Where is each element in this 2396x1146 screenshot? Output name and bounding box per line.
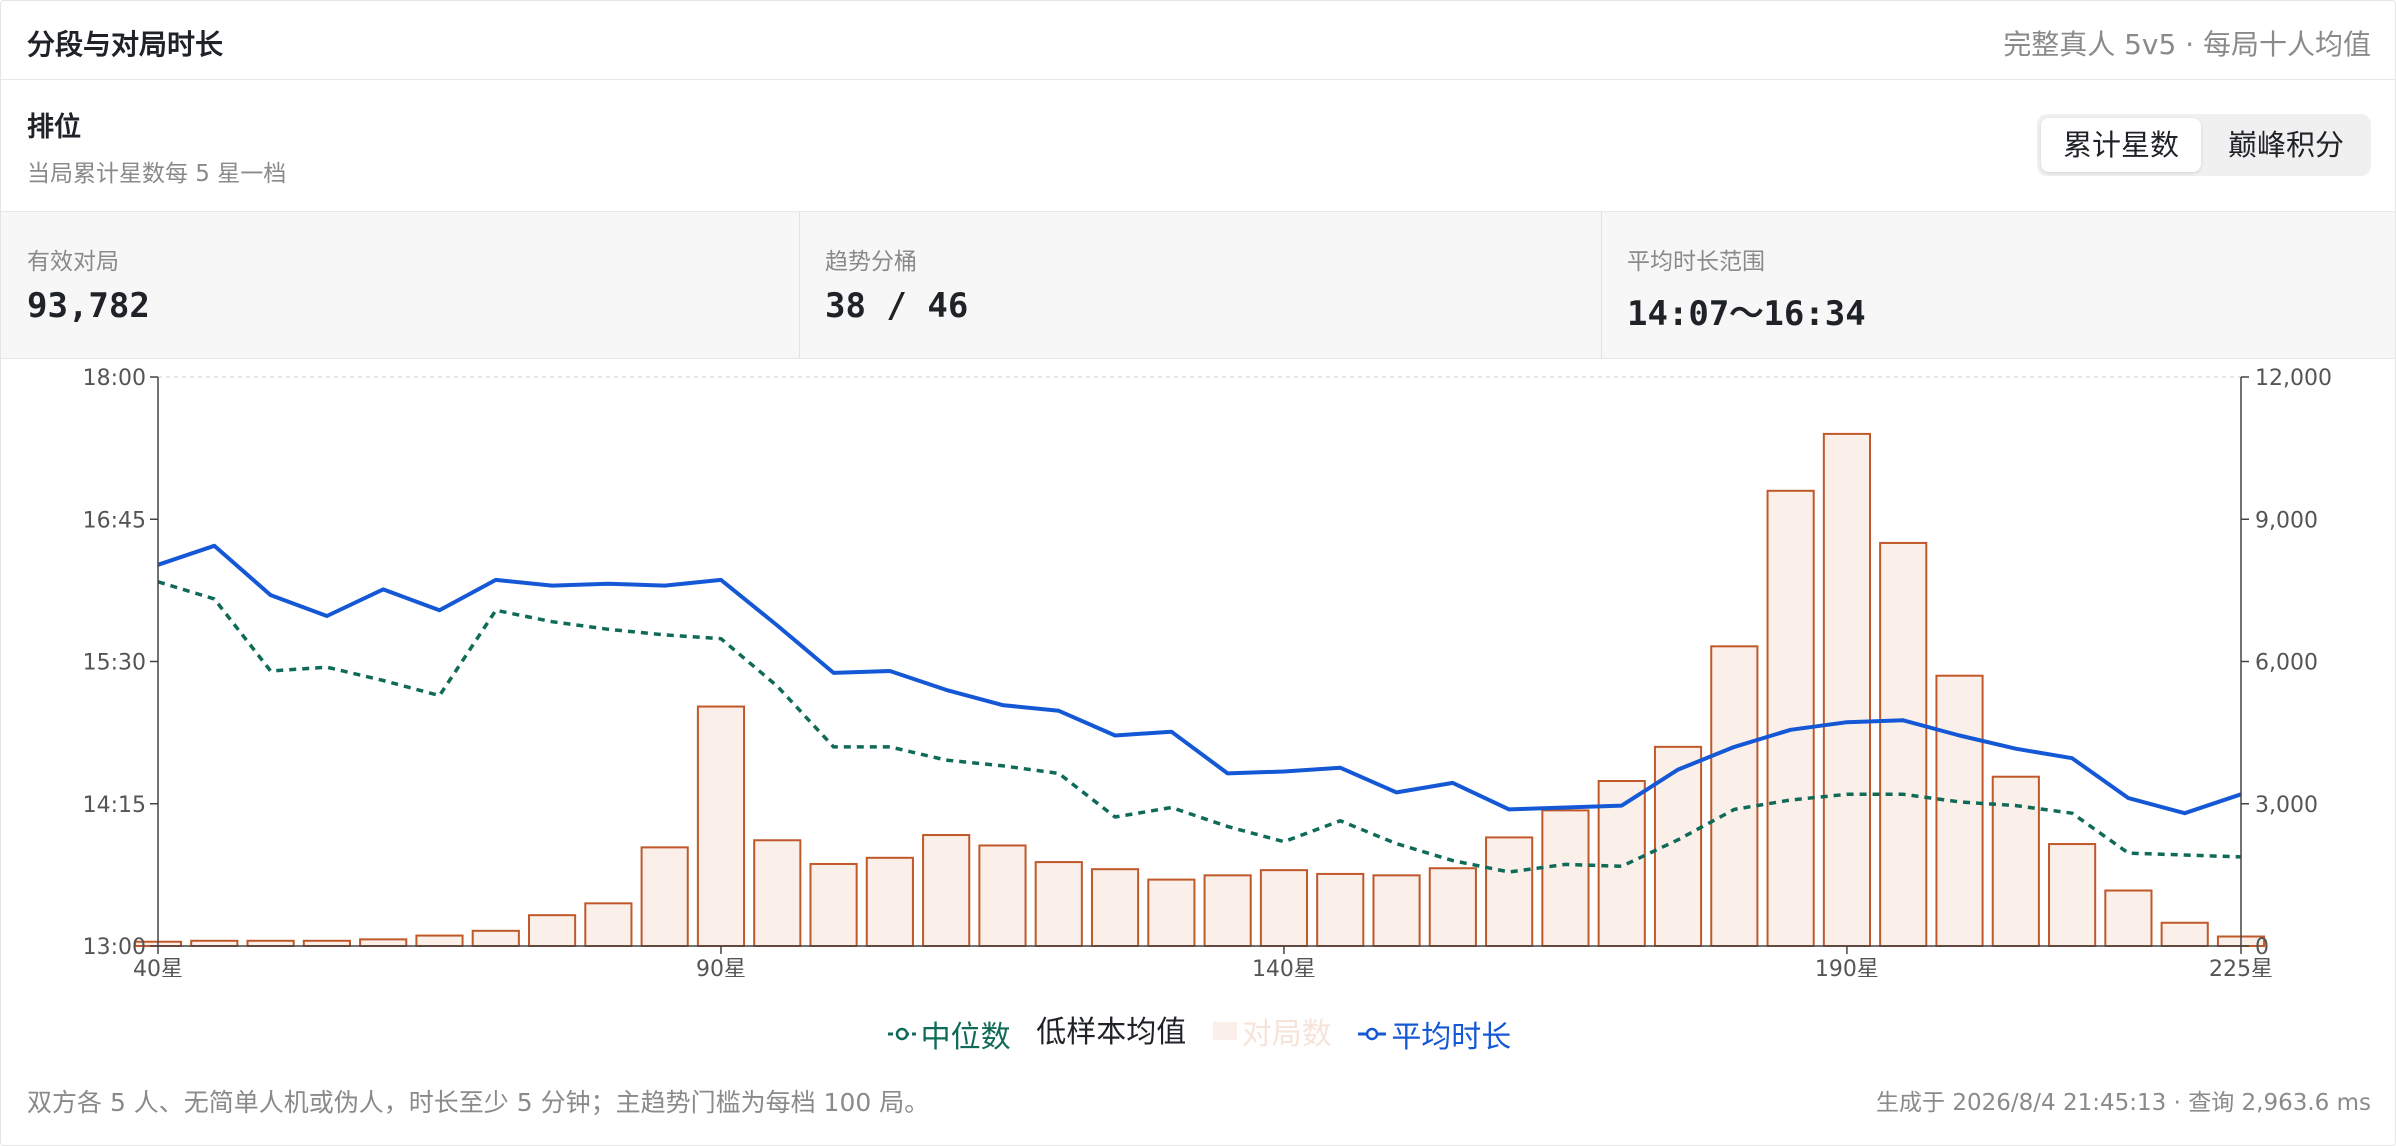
bar-games <box>2048 843 2097 947</box>
right-tick-label: 3,000 <box>2255 793 2318 818</box>
bar-games <box>190 939 239 948</box>
section-subtitle: 当局累计星数每 5 星一档 <box>27 161 287 187</box>
x-tick-label: 225星 <box>2209 957 2273 977</box>
stat-label: 平均时长范围 <box>1627 249 1765 275</box>
chart-legend: 中位数 低样本均值 对局数 平均时长 <box>1 1007 2396 1055</box>
legend-mean-marker <box>1358 1027 1387 1041</box>
bar-games <box>527 914 577 947</box>
stat-valid-games: 有效对局 93,782 <box>1 212 800 358</box>
left-tick-label: 16:45 <box>83 508 146 533</box>
stats-row: 有效对局 93,782 趋势分桶 38 / 46 平均时长范围 14:07～16… <box>1 211 2395 359</box>
right-tick-label: 9,000 <box>2255 508 2318 533</box>
bar-games <box>1090 868 1140 947</box>
stat-value: 38 / 46 <box>825 286 969 326</box>
legend-median[interactable]: 中位数 <box>887 1012 1011 1056</box>
metric-toggle: 累计星数 巅峰积分 <box>2037 114 2371 176</box>
bar-games <box>1710 645 1759 947</box>
legend-median-label: 中位数 <box>920 1020 1011 1055</box>
duration-chart: 13:0014:1515:3016:4518:0003,0006,0009,00… <box>83 366 2332 977</box>
bar-games <box>1822 432 1872 947</box>
card-header: 分段与对局时长 完整真人 5v5 · 每局十人均值 <box>1 1 2395 80</box>
x-tick-label: 90星 <box>696 957 746 977</box>
stat-label: 有效对局 <box>27 249 119 275</box>
left-tick-label: 18:00 <box>83 366 146 391</box>
bar-games <box>1991 775 2040 947</box>
legend-mean-label: 平均时长 <box>1391 1020 1512 1055</box>
bar-games <box>584 902 633 948</box>
duration-card: 分段与对局时长 完整真人 5v5 · 每局十人均值 排位 当局累计星数每 5 星… <box>0 0 2396 1146</box>
bar-games <box>1147 878 1196 947</box>
x-tick-label: 40星 <box>133 957 183 977</box>
toggle-peak-score[interactable]: 巅峰积分 <box>2205 118 2367 172</box>
bar-games <box>1316 872 1365 948</box>
bar-games <box>1541 809 1590 947</box>
bar-games <box>753 839 802 947</box>
stat-duration-range: 平均时长范围 14:07～16:34 <box>1601 212 2395 358</box>
footer-note: 双方各 5 人、无简单人机或伪人，时长至少 5 分钟；主趋势门槛为每档 100 … <box>27 1088 930 1117</box>
x-tick-label: 140星 <box>1252 957 1316 977</box>
bar-games <box>302 939 351 948</box>
bar-games <box>246 939 295 948</box>
legend-mean[interactable]: 平均时长 <box>1357 1012 1511 1056</box>
right-tick-label: 6,000 <box>2255 651 2318 676</box>
bar-games <box>1766 489 1815 948</box>
footer-generated: 生成于 2026/8/4 21:45:13 · 查询 2,963.6 ms <box>1876 1090 2371 1116</box>
bar-games <box>696 705 746 947</box>
bar-games <box>640 846 689 947</box>
bar-games <box>1259 869 1309 948</box>
bar-games <box>1203 874 1252 948</box>
legend-low-sample-label: 低样本均值 <box>1036 1015 1187 1050</box>
bar-games <box>809 862 858 948</box>
bar-games <box>978 844 1027 947</box>
stat-value: 93,782 <box>27 286 150 326</box>
bar-games <box>1935 674 1984 947</box>
bar-games <box>2160 921 2209 947</box>
bar-games <box>922 834 971 948</box>
legend-games-label: 对局数 <box>1241 1017 1332 1052</box>
bar-games <box>865 856 914 947</box>
right-tick-label: 12,000 <box>2255 366 2332 391</box>
stat-trend-buckets: 趋势分桶 38 / 46 <box>799 212 1602 358</box>
x-tick-label: 190星 <box>1815 957 1879 977</box>
bar-games <box>359 938 408 948</box>
bar-games <box>471 929 520 947</box>
bar-games <box>1372 874 1421 948</box>
legend-games[interactable]: 对局数 <box>1212 1009 1332 1053</box>
card-title: 分段与对局时长 <box>27 28 224 61</box>
bar-games <box>1879 541 1928 947</box>
section-title: 排位 <box>27 112 81 143</box>
legend-games-marker <box>1212 1022 1237 1040</box>
bar-games <box>2104 889 2153 948</box>
stat-label: 趋势分桶 <box>825 249 917 275</box>
toggle-cumulative-stars[interactable]: 累计星数 <box>2041 118 2201 172</box>
bar-games <box>1428 867 1477 947</box>
series-mean-line <box>157 543 2242 816</box>
stat-value: 14:07～16:34 <box>1627 294 1866 334</box>
bar-games <box>1034 861 1083 948</box>
bar-games <box>1485 836 1534 947</box>
legend-low-sample[interactable]: 低样本均值 <box>1036 1007 1186 1051</box>
left-tick-label: 14:15 <box>83 793 146 818</box>
legend-median-marker <box>887 1027 916 1041</box>
left-tick-label: 15:30 <box>83 651 146 676</box>
card-subtitle: 完整真人 5v5 · 每局十人均值 <box>2003 28 2371 61</box>
bar-games <box>415 934 464 948</box>
